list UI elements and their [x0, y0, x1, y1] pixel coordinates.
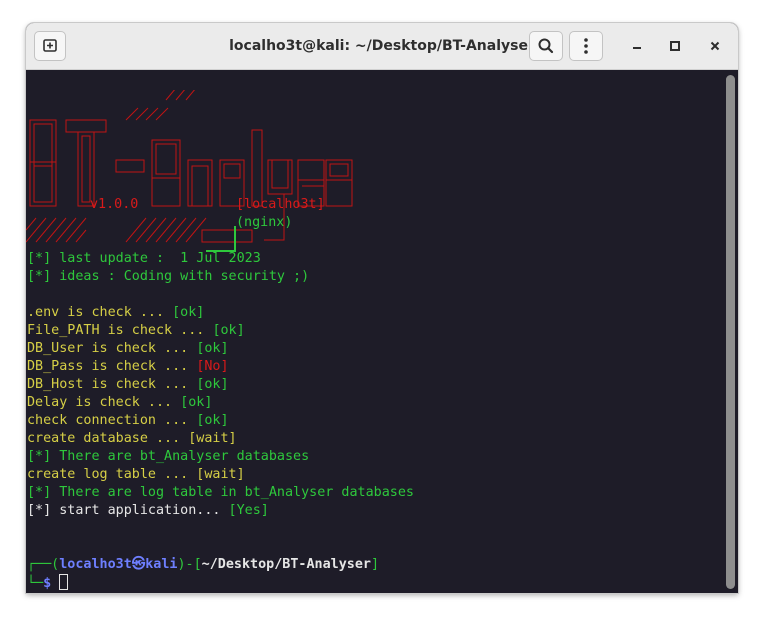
text-cursor: [59, 574, 69, 590]
prompt-host: kali: [145, 557, 178, 572]
search-icon: [538, 38, 554, 54]
check-line: File_PATH is check ... [ok]: [27, 322, 245, 340]
prompt-corner: └─: [27, 576, 44, 591]
menu-button[interactable]: [569, 31, 603, 61]
check-status: [ok]: [180, 395, 213, 410]
server-label: (nginx): [236, 215, 293, 230]
check-line: DB_Pass is check ... [No]: [27, 358, 229, 376]
scrollbar-thumb[interactable]: [726, 75, 735, 589]
check-line: .env is check ... [ok]: [27, 304, 204, 322]
terminal-window: localho3t@kali: ~/Desktop/BT-Analyser v1…: [26, 23, 738, 593]
start-line: [*] start application... [Yes]: [27, 502, 269, 520]
shell-input-line[interactable]: └─$: [27, 574, 69, 593]
start-status: [Yes]: [228, 503, 269, 518]
check-status-failed: [No]: [196, 359, 229, 374]
check-line: check connection ... [ok]: [27, 412, 229, 430]
info-line: [*] last update : 1 Jul 2023: [27, 251, 261, 266]
check-status: [ok]: [196, 341, 229, 356]
prompt-close: ]: [370, 557, 380, 572]
prompt-path: ~/Desktop/BT-Analyser: [201, 557, 371, 572]
close-icon: [710, 41, 720, 51]
check-status: [ok]: [196, 413, 229, 428]
maximize-icon: [670, 41, 680, 51]
start-text: [*] start application...: [27, 503, 229, 518]
ascii-art-logo: [26, 90, 353, 252]
check-text: .env is check ...: [27, 305, 173, 320]
new-tab-icon: [43, 39, 57, 52]
close-button[interactable]: [705, 36, 725, 56]
terminal-output[interactable]: v1.0.0 [localho3t] (nginx) [*] last upda…: [26, 70, 723, 593]
check-text: DB_Pass is check ...: [27, 359, 197, 374]
log-line: create database ... [wait]: [27, 431, 237, 446]
check-line: DB_Host is check ... [ok]: [27, 376, 229, 394]
prompt-mid: )-[: [177, 557, 202, 572]
log-line: create log table ... [wait]: [27, 467, 245, 482]
check-line: DB_User is check ... [ok]: [27, 340, 229, 358]
prompt-at: ㉿: [131, 557, 146, 572]
maximize-button[interactable]: [665, 36, 685, 56]
check-text: File_PATH is check ...: [27, 323, 213, 338]
titlebar: localho3t@kali: ~/Desktop/BT-Analyser: [26, 23, 738, 70]
check-line: Delay is check ... [ok]: [27, 394, 212, 412]
check-status: [ok]: [172, 305, 205, 320]
prompt-user: localho3t: [59, 557, 132, 572]
check-text: Delay is check ...: [27, 395, 181, 410]
version-label: v1.0.0: [90, 197, 139, 212]
check-text: check connection ...: [27, 413, 197, 428]
check-text: DB_Host is check ...: [27, 377, 197, 392]
check-status: [ok]: [196, 377, 229, 392]
author-label: [localho3t]: [236, 197, 325, 212]
info-line: [*] ideas : Coding with security ;): [27, 269, 310, 284]
shell-prompt: ┌──(localho3t㉿kali)-[~/Desktop/BT-Analys…: [27, 556, 379, 574]
prompt-symbol: $: [43, 576, 52, 591]
check-text: DB_User is check ...: [27, 341, 197, 356]
log-line: [*] There are bt_Analyser databases: [27, 449, 310, 464]
minimize-icon: [633, 47, 641, 49]
new-tab-button[interactable]: [34, 31, 66, 61]
minimize-button[interactable]: [627, 36, 647, 56]
log-line: [*] There are log table in bt_Analyser d…: [27, 485, 414, 500]
check-status: [ok]: [212, 323, 245, 338]
search-button[interactable]: [529, 31, 563, 61]
prompt-open: ┌──(: [27, 557, 60, 572]
kebab-menu-icon: [584, 38, 588, 54]
